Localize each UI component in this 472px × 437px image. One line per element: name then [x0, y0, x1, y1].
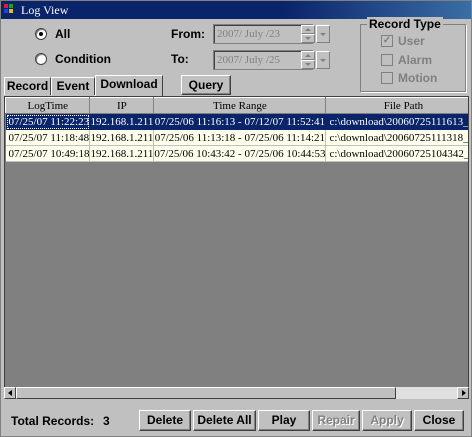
checkbox-user[interactable]: ✓ User: [381, 34, 425, 48]
cell-time-range: 07/25/06 11:13:18 - 07/25/06 11:14:21: [153, 129, 327, 146]
tab-event[interactable]: Event: [51, 77, 95, 95]
table-row[interactable]: 07/25/07 11:18:48 192.168.1.211 07/25/06…: [5, 129, 468, 146]
checkbox-alarm[interactable]: Alarm: [381, 53, 432, 67]
cell-file-path: c:\download\20060725111613_20: [325, 113, 468, 130]
to-label: To:: [171, 52, 189, 66]
window-title: Log View: [21, 3, 69, 17]
cell-ip: 192.168.1.211: [89, 145, 155, 162]
spin-down-icon[interactable]: [301, 60, 315, 69]
checkbox-motion-box[interactable]: [381, 72, 393, 84]
arrow-left-icon: [8, 390, 12, 396]
radio-condition-label: Condition: [55, 52, 111, 66]
column-header-logtime[interactable]: LogTime: [5, 97, 91, 114]
checkbox-motion[interactable]: Motion: [381, 71, 437, 85]
delete-button[interactable]: Delete: [139, 410, 191, 431]
column-header-ip[interactable]: IP: [89, 97, 155, 114]
column-header-time-range[interactable]: Time Range: [153, 97, 327, 114]
log-table[interactable]: LogTime IP Time Range File Path 07/25/07…: [4, 96, 469, 399]
scroll-left-button[interactable]: [4, 387, 16, 399]
cell-ip: 192.168.1.211: [89, 113, 155, 130]
cell-logtime: 07/25/07 11:22:23: [5, 113, 91, 130]
radio-all[interactable]: All: [35, 27, 70, 41]
checkbox-alarm-label: Alarm: [398, 53, 433, 67]
checkbox-user-box[interactable]: ✓: [381, 35, 393, 47]
total-records-value: 3: [103, 414, 110, 428]
radio-all-label: All: [55, 27, 71, 41]
cell-time-range: 07/25/06 11:16:13 - 07/12/07 11:52:41: [153, 113, 327, 130]
tab-record[interactable]: Record: [4, 77, 51, 95]
cell-logtime: 07/25/07 10:49:18: [5, 145, 91, 162]
from-date-dropdown-button[interactable]: [316, 25, 330, 43]
to-date-field[interactable]: 2007/ July /25: [213, 50, 313, 70]
chevron-down-icon: [320, 59, 326, 62]
chevron-down-icon: [320, 33, 326, 36]
cell-time-range: 07/25/06 10:43:42 - 07/25/06 10:44:53: [153, 145, 327, 162]
spin-up-icon[interactable]: [301, 51, 315, 60]
tab-download[interactable]: Download: [95, 75, 163, 96]
scroll-right-button[interactable]: [457, 387, 469, 399]
checkbox-user-label: User: [398, 34, 425, 48]
table-header-row: LogTime IP Time Range File Path: [5, 97, 468, 114]
close-button[interactable]: Close: [414, 410, 464, 431]
table-row[interactable]: 07/25/07 11:22:23 192.168.1.211 07/25/06…: [5, 113, 468, 130]
radio-condition[interactable]: Condition: [35, 52, 111, 66]
record-type-title: Record Type: [367, 17, 443, 31]
to-date-dropdown-button[interactable]: [316, 51, 330, 69]
checkbox-alarm-box[interactable]: [381, 54, 393, 66]
radio-all-indicator[interactable]: [35, 28, 47, 40]
horizontal-scrollbar[interactable]: [4, 387, 469, 399]
cell-file-path: c:\download\20060725104342_20: [325, 145, 468, 162]
spin-down-icon[interactable]: [301, 34, 315, 43]
from-date-field[interactable]: 2007/ July /23: [213, 24, 313, 44]
table-row[interactable]: 07/25/07 10:49:18 192.168.1.211 07/25/06…: [5, 145, 468, 162]
checkbox-motion-label: Motion: [398, 71, 438, 85]
record-type-group: Record Type ✓ User Alarm Motion: [360, 17, 466, 92]
cell-file-path: c:\download\20060725111318_20: [325, 129, 468, 146]
from-date-spinner[interactable]: [301, 25, 315, 43]
arrow-right-icon: [462, 390, 466, 396]
delete-all-button[interactable]: Delete All: [193, 410, 256, 431]
log-view-window: Log View All Condition From: 2007/ July …: [0, 0, 472, 437]
cell-ip: 192.168.1.211: [89, 129, 155, 146]
apply-button[interactable]: Apply: [362, 410, 412, 431]
total-records-label: Total Records:: [11, 414, 95, 428]
radio-condition-indicator[interactable]: [35, 53, 47, 65]
column-header-file-path[interactable]: File Path: [325, 97, 468, 114]
play-button[interactable]: Play: [258, 410, 310, 431]
to-date-spinner[interactable]: [301, 51, 315, 69]
from-label: From:: [171, 27, 205, 41]
cell-logtime: 07/25/07 11:18:48: [5, 129, 91, 146]
query-button[interactable]: Query: [181, 75, 231, 95]
scrollbar-thumb[interactable]: [16, 387, 396, 399]
app-icon: [4, 4, 17, 16]
repair-button[interactable]: Repair: [312, 410, 360, 431]
spin-up-icon[interactable]: [301, 25, 315, 34]
